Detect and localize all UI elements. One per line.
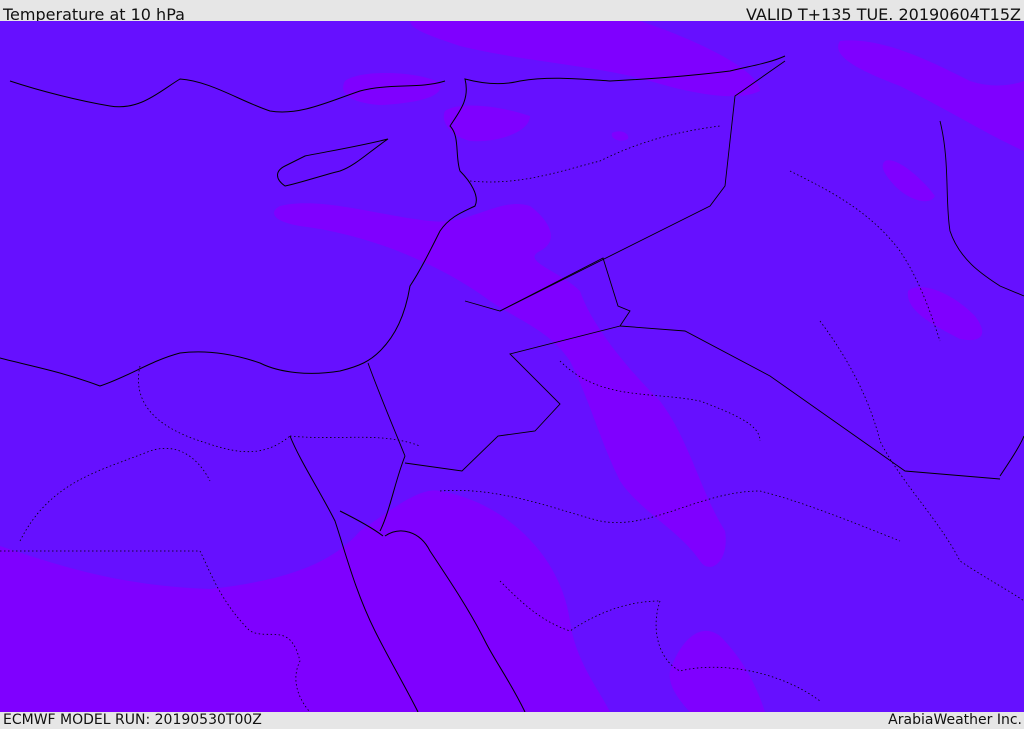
header-bar: Temperature at 10 hPa VALID T+135 TUE. 2… [0,0,1024,24]
credit: ArabiaWeather Inc. [888,712,1022,728]
footer-bar: ECMWF MODEL RUN: 20190530T00Z ArabiaWeat… [0,712,1024,729]
temperature-map [0,21,1024,712]
model-run: ECMWF MODEL RUN: 20190530T00Z [3,712,262,728]
